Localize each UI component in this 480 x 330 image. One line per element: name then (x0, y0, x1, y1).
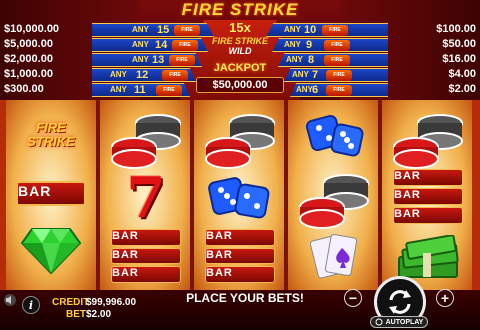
any-label: ANY (132, 40, 149, 49)
status-message: PLACE YOUR BETS! (186, 291, 304, 305)
payout-amount: $100.00 (436, 23, 476, 35)
dice-symbol (292, 108, 376, 168)
triple-bar-symbol: BAR BAR BAR (386, 168, 470, 226)
symbol-count: 15 (157, 24, 170, 36)
fire-strike-mini-logo: FIRE STRIKE (156, 85, 182, 96)
speaker-icon (6, 296, 11, 304)
wild-multiplier: 15x (229, 20, 251, 35)
jackpot-value: $50,000.00 (196, 77, 284, 93)
seven-symbol: 7 (104, 165, 188, 231)
paytable-band: ANY 13 FIRE STRIKE (92, 53, 202, 67)
paytable-band: ANY 12 FIRE STRIKE (92, 68, 196, 82)
paytable-band: ANY 15 FIRE STRIKE (92, 23, 214, 37)
autoplay-icon (375, 318, 383, 326)
chips-symbol (292, 168, 376, 232)
wild-logo-title: FIRE STRIKE (211, 36, 268, 46)
bar-1: BAR (111, 229, 181, 246)
payout-amount: $50.00 (442, 38, 476, 50)
symbol-count: 14 (155, 39, 168, 51)
chips-symbol (198, 108, 282, 172)
casino-chips-icon (299, 174, 369, 229)
cards-symbol (292, 230, 376, 284)
diamond-icon (20, 228, 82, 275)
paytable-row: $16.00 (280, 52, 480, 67)
casino-chips-icon (393, 114, 463, 169)
reel-divider (284, 100, 288, 290)
paytable-band: ANY 11 FIRE STRIKE (92, 83, 190, 97)
fire-strike-wild-symbol: FIRE STRIKE (14, 108, 88, 162)
bet-value: $2.00 (86, 309, 112, 320)
fire-strike-mini-logo: FIRE STRIKE (172, 40, 198, 51)
game-title-logo: FIRE STRIKE (181, 0, 299, 19)
paytable-row: $2.00 (280, 82, 480, 97)
decrease-bet-button[interactable]: − (344, 289, 362, 307)
casino-chips-icon (111, 114, 181, 169)
any-label: ANY (132, 55, 149, 64)
triple-bar-symbol: BAR BAR BAR (104, 229, 188, 285)
bar-symbol: BAR (14, 178, 88, 208)
logo-line-2: STRIKE (27, 134, 75, 149)
paytable-row: $50.00 (280, 37, 480, 52)
payout-amount: $2.00 (448, 83, 476, 95)
chips-symbol (104, 108, 188, 172)
spin-arrows-icon (389, 290, 411, 314)
bar-1: BAR (393, 168, 463, 186)
credit-label: CREDIT (52, 297, 90, 308)
wild-logo-wild: WILD (228, 46, 252, 56)
reel-divider (378, 100, 382, 290)
playing-cards-icon (309, 234, 358, 279)
cash-stack-icon (398, 235, 459, 278)
bar-3: BAR (205, 266, 275, 284)
any-label: ANY (132, 25, 149, 34)
symbol-count: 13 (152, 54, 165, 66)
any-label: ANY (110, 70, 127, 79)
diamond-symbol (14, 222, 88, 278)
paytable-band: ANY 14 FIRE STRIKE (92, 38, 208, 52)
increase-bet-button[interactable]: + (436, 289, 454, 307)
single-bar: BAR (16, 180, 86, 206)
credit-value: $99,996.00 (86, 297, 137, 308)
triple-bar-symbol: BAR BAR BAR (198, 229, 282, 285)
autoplay-label: AUTOPLAY (385, 318, 424, 326)
bar-3: BAR (393, 206, 463, 224)
paytable-row: $100.00 (280, 22, 480, 37)
logo-line-1: FIRE (36, 120, 66, 135)
bar-2: BAR (393, 187, 463, 205)
reel-divider (190, 100, 194, 290)
red-seven-icon: 7 (126, 165, 166, 231)
bet-label: BET (66, 309, 86, 320)
payout-amount: $16.00 (442, 53, 476, 65)
payout-amount: $4.00 (448, 68, 476, 80)
fire-strike-logo: FIRE STRIKE (27, 121, 75, 149)
fire-strike-mini-logo: FIRE STRIKE (174, 25, 200, 36)
bar-2: BAR (111, 247, 181, 265)
paytable-row: $4.00 (280, 67, 480, 82)
casino-chips-icon (205, 114, 275, 169)
sound-button[interactable] (4, 294, 16, 306)
bar-2: BAR (205, 247, 275, 265)
wild-logo: FIRE STRIKE WILD (205, 36, 275, 58)
blue-dice-icon (208, 177, 270, 219)
paytable: $10,000.00 ANY 15 FIRE STRIKE $5,000.00 … (0, 0, 480, 100)
autoplay-button[interactable]: AUTOPLAY (370, 316, 428, 328)
symbol-count: 11 (134, 84, 146, 96)
chips-symbol (386, 108, 470, 172)
symbol-count: 12 (136, 69, 149, 81)
dice-symbol (198, 170, 282, 226)
bar-1: BAR (205, 229, 275, 246)
reel-divider (96, 100, 100, 290)
jackpot-label: JACKPOT (213, 62, 267, 74)
any-label: ANY (110, 85, 127, 94)
info-button[interactable]: i (22, 296, 40, 314)
bar-3: BAR (111, 266, 181, 284)
blue-dice-icon (305, 114, 364, 157)
payout-amount: $5,000.00 (4, 38, 53, 50)
fire-strike-mini-logo: FIRE STRIKE (169, 55, 195, 66)
payout-amount: $300.00 (4, 83, 44, 95)
fire-strike-mini-logo: FIRE STRIKE (162, 70, 188, 81)
payout-amount: $10,000.00 (4, 23, 60, 35)
payout-amount: $1,000.00 (4, 68, 53, 80)
payout-amount: $2,000.00 (4, 53, 53, 65)
slot-game: $10,000.00 ANY 15 FIRE STRIKE $5,000.00 … (0, 0, 480, 330)
